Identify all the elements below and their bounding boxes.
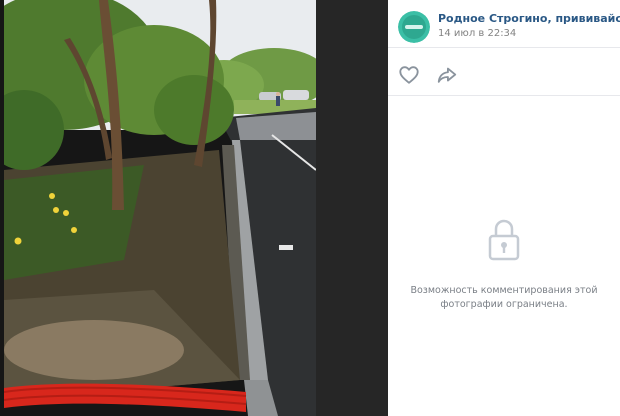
author-link[interactable]: Родное Строгино, прививайся! bbox=[438, 12, 620, 25]
restricted-message: Возможность комментирования этой фотогра… bbox=[410, 285, 598, 310]
post-actions bbox=[388, 56, 620, 96]
photo[interactable] bbox=[4, 0, 316, 416]
post-header: Родное Строгино, прививайся! 14 июл в 22… bbox=[388, 0, 620, 48]
share-arrow-icon bbox=[436, 64, 458, 86]
lock-icon bbox=[487, 218, 521, 262]
comments-restricted: Возможность комментирования этой фотогра… bbox=[388, 218, 620, 312]
viewer-margin bbox=[316, 0, 388, 416]
heart-icon bbox=[398, 64, 420, 86]
post-date[interactable]: 14 июл в 22:34 bbox=[438, 28, 516, 39]
like-button[interactable] bbox=[398, 64, 420, 86]
photo-viewer bbox=[0, 0, 388, 416]
avatar[interactable] bbox=[398, 11, 430, 43]
side-panel: Родное Строгино, прививайся! 14 июл в 22… bbox=[388, 0, 620, 416]
share-button[interactable] bbox=[436, 64, 458, 86]
